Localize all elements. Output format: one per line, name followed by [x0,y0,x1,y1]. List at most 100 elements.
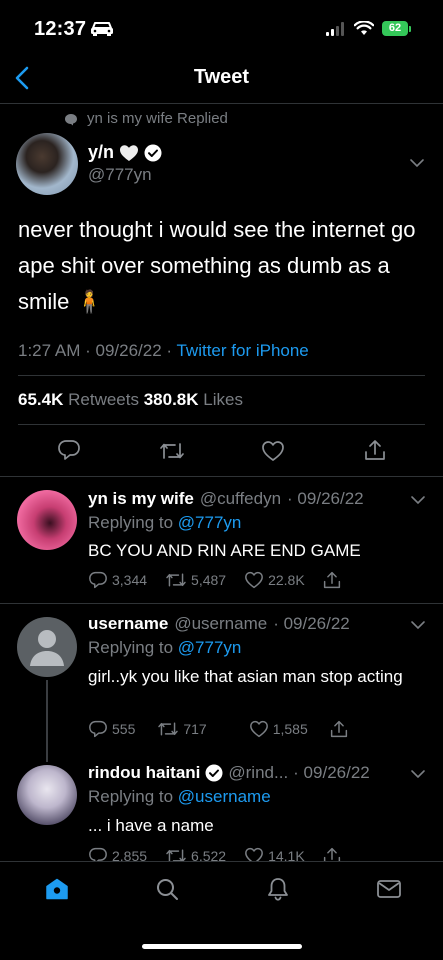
reply-author-handle[interactable]: @username [174,614,267,634]
replying-to-handle[interactable]: @username [178,787,271,806]
status-time: 12:37 [34,18,87,40]
more-options-chevron-icon[interactable] [410,495,426,505]
replying-to-line: Replying to @777yn [88,638,241,658]
likes-count[interactable]: 380.8K [144,390,199,409]
reply-action-reply[interactable]: 555 [88,719,135,739]
more-options-chevron-icon[interactable] [410,769,426,779]
header-divider [0,103,443,104]
reply-author-handle[interactable]: @cuffedyn [200,489,281,509]
reply-action-like[interactable]: 22.8K [244,570,305,590]
reply-date: · 09/26/22 [293,763,370,782]
tweet-time: 1:27 AM [18,341,81,360]
reply-text: ... i have a name [88,816,214,835]
reply-action-reply[interactable]: 2,855 [88,846,147,861]
home-indicator[interactable] [142,944,302,949]
tweet-text: never thought i would see the internet g… [18,217,416,314]
reply-text: BC YOU AND RIN ARE END GAME [88,541,361,560]
like-heart-icon [244,571,264,589]
like-count: 22.8K [268,572,305,588]
share-icon [323,570,341,590]
reply-action-share[interactable] [330,719,348,739]
reply-action-like[interactable]: 14.1K [244,846,305,861]
reply-header: yn is my wife @cuffedyn · 09/26/22 [88,489,364,509]
car-icon [90,21,114,37]
white-heart-icon [119,144,139,162]
reply-avatar[interactable] [17,490,77,550]
reply-date: · 09/26/22 [287,489,364,508]
thread-connector-line [46,680,48,762]
like-heart-icon[interactable] [261,440,285,462]
page-title: Tweet [193,66,250,88]
tweet-date: 09/26/22 [95,341,162,360]
tweet-source-link[interactable]: Twitter for iPhone [176,341,308,360]
author-handle: @777yn [88,165,152,184]
reply-author-name[interactable]: yn is my wife [88,489,194,509]
reply-action-share[interactable] [323,846,341,861]
replying-to-line: Replying to @username [88,787,271,807]
stats-divider [18,424,425,425]
battery-cap [409,26,411,32]
share-icon [330,719,348,739]
chat-bubble-icon [64,113,78,126]
reply-header: username @username · 09/26/22 [88,614,350,634]
likes-label[interactable]: Likes [203,390,243,409]
like-heart-icon [244,847,264,861]
more-options-chevron-icon[interactable] [409,158,425,168]
like-heart-icon [249,720,269,738]
retweets-count[interactable]: 65.4K [18,390,63,409]
retweet-icon [165,571,187,589]
verified-badge-icon [205,764,223,782]
replying-to-line: Replying to @777yn [88,513,241,533]
reply-count: 555 [112,721,136,737]
reply-author-handle[interactable]: @rind... [228,763,288,783]
home-icon[interactable] [45,877,69,901]
messages-icon[interactable] [376,879,402,899]
reply-date: · 09/26/22 [273,614,350,633]
reply-actions: 2,855 6,522 14.1K [88,846,341,861]
reply-action-retweet[interactable]: 717 [157,719,207,739]
wifi-icon [354,21,374,36]
meta-divider [18,375,425,376]
retweet-icon [165,847,187,861]
reply-icon [88,720,108,738]
verified-badge-icon [144,144,162,162]
default-avatar[interactable] [17,617,77,677]
reply-actions-clip: 2,855 6,522 14.1K [0,844,443,861]
notifications-icon[interactable] [266,876,290,902]
replying-to-handle[interactable]: @777yn [178,513,242,532]
reply-action-retweet[interactable]: 5,487 [165,570,226,590]
replying-to-handle[interactable]: @777yn [178,638,242,657]
replying-to-label: Replying to [88,787,174,806]
tweet-meta: 1:27 AM · 09/26/22 · Twitter for iPhone [18,341,309,360]
reply-text: girl..yk you like that asian man stop ac… [88,667,403,686]
retweet-icon[interactable] [159,440,185,462]
search-icon[interactable] [155,877,179,901]
cellular-signal-icon [326,22,346,36]
reply-divider [0,603,443,604]
reply-actions: 3,344 5,487 22.8K [88,570,341,590]
author-name: y/n [88,142,115,162]
engagement-stats: 65.4K Retweets 380.8K Likes [18,390,243,410]
tab-bar-divider [0,861,443,862]
social-context: yn is my wife Replied [87,110,228,127]
reply-action-like[interactable]: 1,585 [249,719,308,739]
reply-action-reply[interactable]: 3,344 [88,570,147,590]
retweet-icon [157,720,179,738]
retweet-count: 717 [183,721,207,737]
share-icon[interactable] [364,438,386,462]
like-count: 14.1K [268,848,305,861]
reply-author-name[interactable]: username [88,614,168,634]
more-options-chevron-icon[interactable] [410,620,426,630]
reply-avatar[interactable] [17,765,77,825]
reply-author-name[interactable]: rindou haitani [88,763,200,783]
reply-action-retweet[interactable]: 6,522 [165,846,226,861]
reply-actions: 555 717 1,585 [88,719,348,739]
author-name-row[interactable]: y/n [88,142,162,163]
action-bar-divider [0,476,443,477]
reply-action-share[interactable] [323,570,341,590]
retweets-label[interactable]: Retweets [68,390,139,409]
author-avatar[interactable] [16,133,78,195]
reply-icon[interactable] [57,439,81,461]
replying-to-label: Replying to [88,513,174,532]
retweet-count: 6,522 [191,848,227,861]
